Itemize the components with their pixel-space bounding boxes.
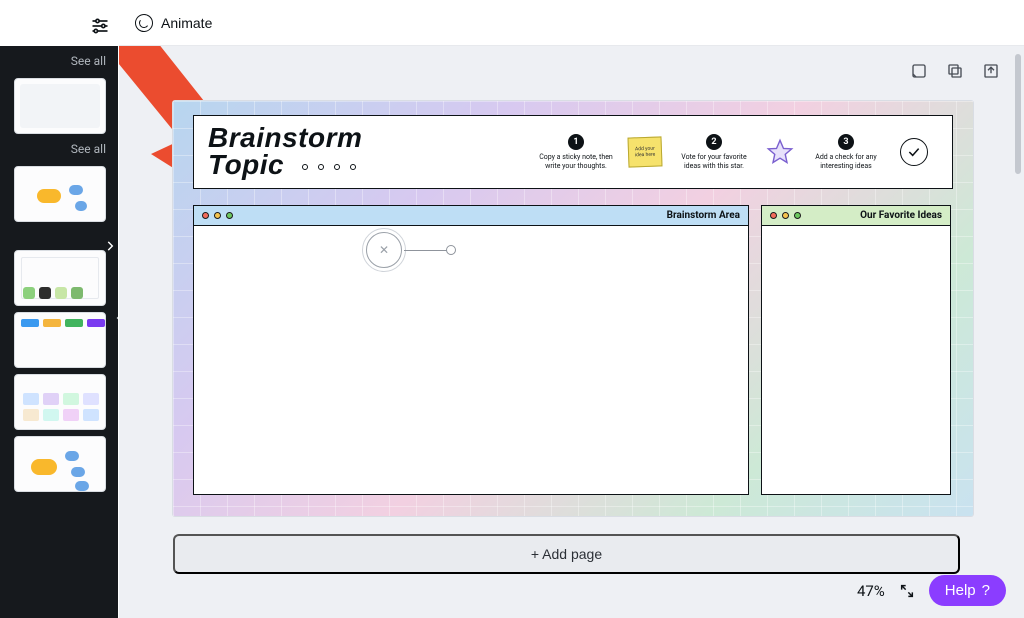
see-all-link[interactable]: See all: [14, 52, 106, 74]
zoom-controls: 47% Help ?: [857, 575, 1006, 606]
window-title: Our Favorite Ideas: [860, 210, 942, 221]
check-circle-icon: [900, 138, 928, 166]
step-2: 2 Vote for your favorite ideas with this…: [676, 134, 752, 170]
animate-button[interactable]: Animate: [161, 15, 212, 31]
help-label: Help: [945, 582, 976, 599]
chevron-right-icon[interactable]: [100, 236, 118, 256]
instruction-steps: 1 Copy a sticky note, then write your th…: [538, 134, 938, 170]
upload-icon[interactable]: [982, 62, 1000, 80]
slide-header-card[interactable]: Brainstorm Topic 1 Copy a sticky note, t…: [193, 115, 953, 189]
slide-title[interactable]: Brainstorm Topic: [194, 117, 370, 186]
title-dots: [302, 164, 356, 170]
duplicate-icon[interactable]: [946, 62, 964, 80]
template-thumbnail[interactable]: [14, 374, 106, 430]
template-thumbnail[interactable]: [14, 250, 106, 306]
star-icon: [766, 138, 794, 166]
title-line: Topic: [208, 149, 284, 180]
vertical-scrollbar[interactable]: [1015, 54, 1021, 174]
template-thumbnail[interactable]: [14, 166, 106, 222]
whiteboard-page[interactable]: Brainstorm Topic 1 Copy a sticky note, t…: [173, 101, 973, 516]
selected-element-handle[interactable]: ✕: [362, 228, 456, 272]
brainstorm-area-window[interactable]: Brainstorm Area ✕: [193, 205, 749, 495]
sticky-note-example: Add your idea here: [627, 136, 662, 167]
fullscreen-icon[interactable]: [899, 583, 915, 599]
collapse-panel-handle[interactable]: [108, 300, 118, 336]
filters-icon[interactable]: [88, 14, 112, 38]
template-panel: See all See all: [0, 0, 118, 618]
window-title: Brainstorm Area: [667, 210, 740, 221]
editor-workspace: Brainstorm Topic 1 Copy a sticky note, t…: [119, 46, 1024, 618]
window-dots: [202, 212, 233, 219]
help-button[interactable]: Help ?: [929, 575, 1006, 606]
zoom-percentage[interactable]: 47%: [857, 582, 885, 600]
step-3: 3 Add a check for any interesting ideas: [808, 134, 884, 170]
template-thumbnail[interactable]: [14, 312, 106, 368]
template-thumbnail[interactable]: [14, 436, 106, 492]
help-icon: ?: [982, 582, 990, 599]
notes-icon[interactable]: [910, 62, 928, 80]
step-1: 1 Copy a sticky note, then write your th…: [538, 134, 614, 170]
animate-icon: [134, 12, 154, 32]
add-page-button[interactable]: + Add page: [173, 534, 960, 574]
page-actions: [910, 62, 1000, 80]
see-all-link[interactable]: See all: [14, 140, 106, 162]
window-dots: [770, 212, 801, 219]
context-toolbar: Animate: [119, 0, 1024, 46]
template-thumbnail[interactable]: [14, 78, 106, 134]
favorite-ideas-window[interactable]: Our Favorite Ideas: [761, 205, 951, 495]
